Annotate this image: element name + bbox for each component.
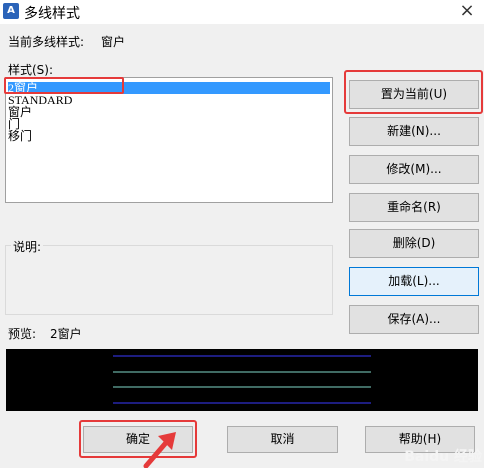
description-label: 说明: <box>11 238 44 255</box>
modify-button[interactable]: 修改(M)... <box>349 155 479 184</box>
cancel-button[interactable]: 取消 <box>227 426 338 453</box>
description-box <box>5 245 333 315</box>
style-item-sliding-door[interactable]: 移门 <box>8 130 330 142</box>
selected-item-highlight <box>4 77 124 94</box>
multiline-preview-graphic <box>113 355 371 404</box>
autocad-app-icon: A <box>3 3 19 19</box>
current-style-value: 窗户 <box>101 35 126 49</box>
rename-button[interactable]: 重命名(R) <box>349 193 479 222</box>
styles-label: 样式(S): <box>8 63 54 77</box>
delete-button[interactable]: 删除(D) <box>349 229 479 258</box>
save-button[interactable]: 保存(A)... <box>349 305 479 334</box>
window-title: 多线样式 <box>24 6 80 22</box>
red-arrow-icon <box>143 432 176 468</box>
new-button[interactable]: 新建(N)... <box>349 117 479 146</box>
style-item-standard[interactable]: STANDARD <box>8 94 330 106</box>
set-current-highlight <box>344 70 483 114</box>
load-button[interactable]: 加载(L)... <box>349 267 479 296</box>
close-icon[interactable]: × <box>456 0 478 22</box>
preview-label: 预览: <box>8 327 37 341</box>
preview-style-name: 2窗户 <box>50 327 82 341</box>
current-style-label: 当前多线样式: <box>8 35 85 49</box>
style-item-door[interactable]: 门 <box>8 118 330 130</box>
watermark: Baidu 经验 <box>404 449 482 465</box>
styles-listbox[interactable]: 2窗户 STANDARD 窗户 门 移门 <box>5 77 333 203</box>
preview-pane <box>6 349 478 411</box>
style-item-window[interactable]: 窗户 <box>8 106 330 118</box>
